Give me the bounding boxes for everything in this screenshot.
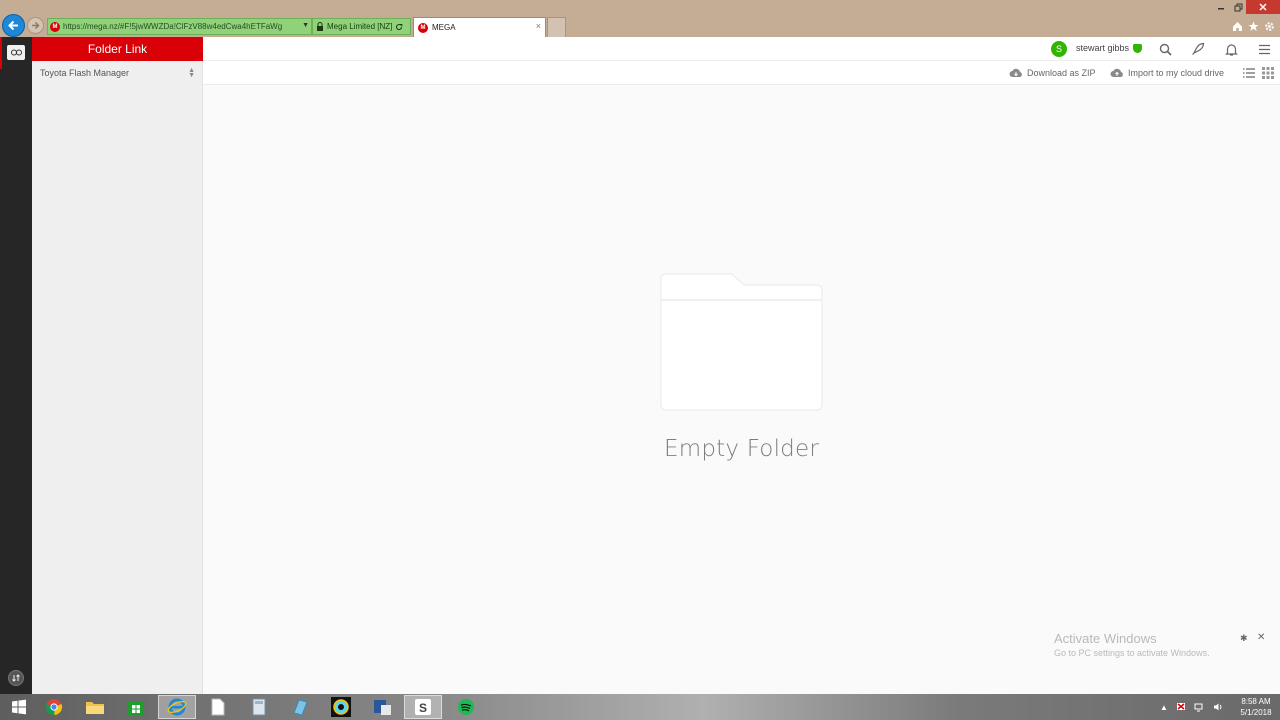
empty-folder-label: Empty Folder (664, 436, 819, 462)
close-window-button[interactable] (1246, 0, 1280, 14)
tab-mega[interactable]: M MEGA × (413, 17, 546, 37)
system-tray: ▲ (1160, 694, 1223, 720)
tab-close-icon[interactable]: × (536, 21, 541, 31)
tab-title: MEGA (432, 23, 456, 32)
mega-left-rail (0, 37, 32, 694)
rail-active-indicator (0, 37, 2, 69)
star-icon[interactable] (1245, 18, 1261, 34)
rocket-icon[interactable] (1189, 40, 1207, 58)
gear-icon[interactable] (1261, 18, 1277, 34)
forward-arrow-icon (32, 21, 40, 30)
clock-date: 5/1/2018 (1240, 708, 1272, 717)
minimize-button[interactable] (1213, 0, 1229, 14)
slack-icon[interactable]: S (404, 695, 442, 719)
file-explorer-icon[interactable] (76, 695, 114, 719)
office-icon[interactable] (363, 695, 401, 719)
minimize-icon (1218, 8, 1224, 10)
paint-icon[interactable] (322, 695, 360, 719)
app-icon[interactable] (281, 695, 319, 719)
calculator-icon[interactable] (240, 695, 278, 719)
forward-button[interactable] (27, 17, 44, 34)
taskbar-clock[interactable]: 8:58 AM 5/1/2018 (1236, 696, 1276, 718)
import-cloud-label: Import to my cloud drive (1128, 68, 1225, 78)
list-view-icon[interactable] (1242, 66, 1256, 80)
volume-icon[interactable] (1213, 702, 1223, 712)
flag-icon[interactable] (1176, 702, 1186, 712)
transfers-icon[interactable] (8, 670, 24, 686)
document-icon[interactable] (199, 695, 237, 719)
folder-link-header: Folder Link (32, 37, 203, 61)
search-icon[interactable] (1156, 40, 1174, 58)
file-manager-content: Empty Folder (203, 86, 1280, 694)
network-icon[interactable] (1194, 702, 1205, 712)
activate-subtitle: Go to PC settings to activate Windows. (1054, 648, 1210, 658)
top-header: S stewart gibbs (203, 37, 1280, 61)
site-identity-label: Mega Limited [NZ] (327, 22, 393, 31)
shield-icon (1133, 44, 1142, 53)
download-zip-button[interactable]: Download as ZIP (1009, 66, 1096, 80)
store-icon[interactable] (117, 695, 155, 719)
tray-chevron-icon[interactable]: ▲ (1160, 703, 1168, 712)
restore-icon (1234, 3, 1242, 11)
back-arrow-icon (8, 20, 18, 31)
grid-view-icon[interactable] (1261, 66, 1275, 80)
address-bar[interactable]: M https://mega.nz/#F!5jwWWZDa!ClFzV88w4e… (47, 18, 312, 35)
import-cloud-button[interactable]: Import to my cloud drive (1110, 66, 1224, 80)
spotify-icon[interactable] (447, 695, 485, 719)
clock-time: 8:58 AM (1241, 697, 1271, 706)
folder-toolbar: Download as ZIP Import to my cloud drive (203, 61, 1280, 85)
url-text: https://mega.nz/#F!5jwWWZDa!ClFzV88w4edC… (63, 22, 283, 31)
cloud-download-icon (1009, 68, 1022, 77)
restore-button[interactable] (1230, 0, 1246, 14)
bell-icon[interactable] (1222, 40, 1240, 58)
cloud-upload-icon (1110, 68, 1123, 77)
folder-tree-panel: Folder Link Toyota Flash Manager ▲ ▼ (32, 37, 203, 694)
lock-icon (317, 22, 323, 31)
folder-tree-item[interactable]: Toyota Flash Manager ▲ ▼ (32, 63, 203, 83)
mega-favicon: M (50, 21, 60, 32)
svg-text:S: S (419, 701, 427, 715)
avatar[interactable]: S (1051, 41, 1067, 57)
refresh-icon[interactable] (395, 23, 403, 31)
menu-icon[interactable] (1255, 40, 1273, 58)
back-button[interactable] (2, 14, 25, 37)
sort-icon[interactable]: ▲ ▼ (188, 67, 195, 79)
address-dropdown-icon[interactable]: ▼ (302, 22, 309, 29)
watermark-gear-icon[interactable]: ✱ (1240, 633, 1248, 644)
browser-toolbar: M https://mega.nz/#F!5jwWWZDa!ClFzV88w4e… (0, 0, 1280, 37)
chrome-icon[interactable] (35, 695, 73, 719)
internet-explorer-icon[interactable] (158, 695, 196, 719)
empty-folder-icon (660, 273, 823, 411)
windows-taskbar: S ▲ 8:58 AM 5/1/2018 (0, 694, 1280, 720)
close-icon (1259, 3, 1267, 11)
folder-link-rail-button[interactable] (7, 45, 25, 60)
activate-title: Activate Windows (1054, 631, 1157, 646)
user-name[interactable]: stewart gibbs (1076, 43, 1129, 53)
windows-start-icon (12, 699, 26, 715)
site-identity-badge[interactable]: Mega Limited [NZ] (312, 18, 411, 35)
link-icon (10, 49, 22, 56)
activate-windows-watermark: Activate Windows Go to PC settings to ac… (1054, 631, 1210, 658)
mega-favicon: M (418, 22, 428, 33)
watermark-close-icon[interactable]: ✕ (1257, 632, 1265, 643)
start-button[interactable] (0, 695, 38, 719)
folder-tree-label: Toyota Flash Manager (40, 68, 130, 78)
home-icon[interactable] (1229, 18, 1245, 34)
download-zip-label: Download as ZIP (1027, 68, 1096, 78)
new-tab-button[interactable] (547, 17, 566, 37)
